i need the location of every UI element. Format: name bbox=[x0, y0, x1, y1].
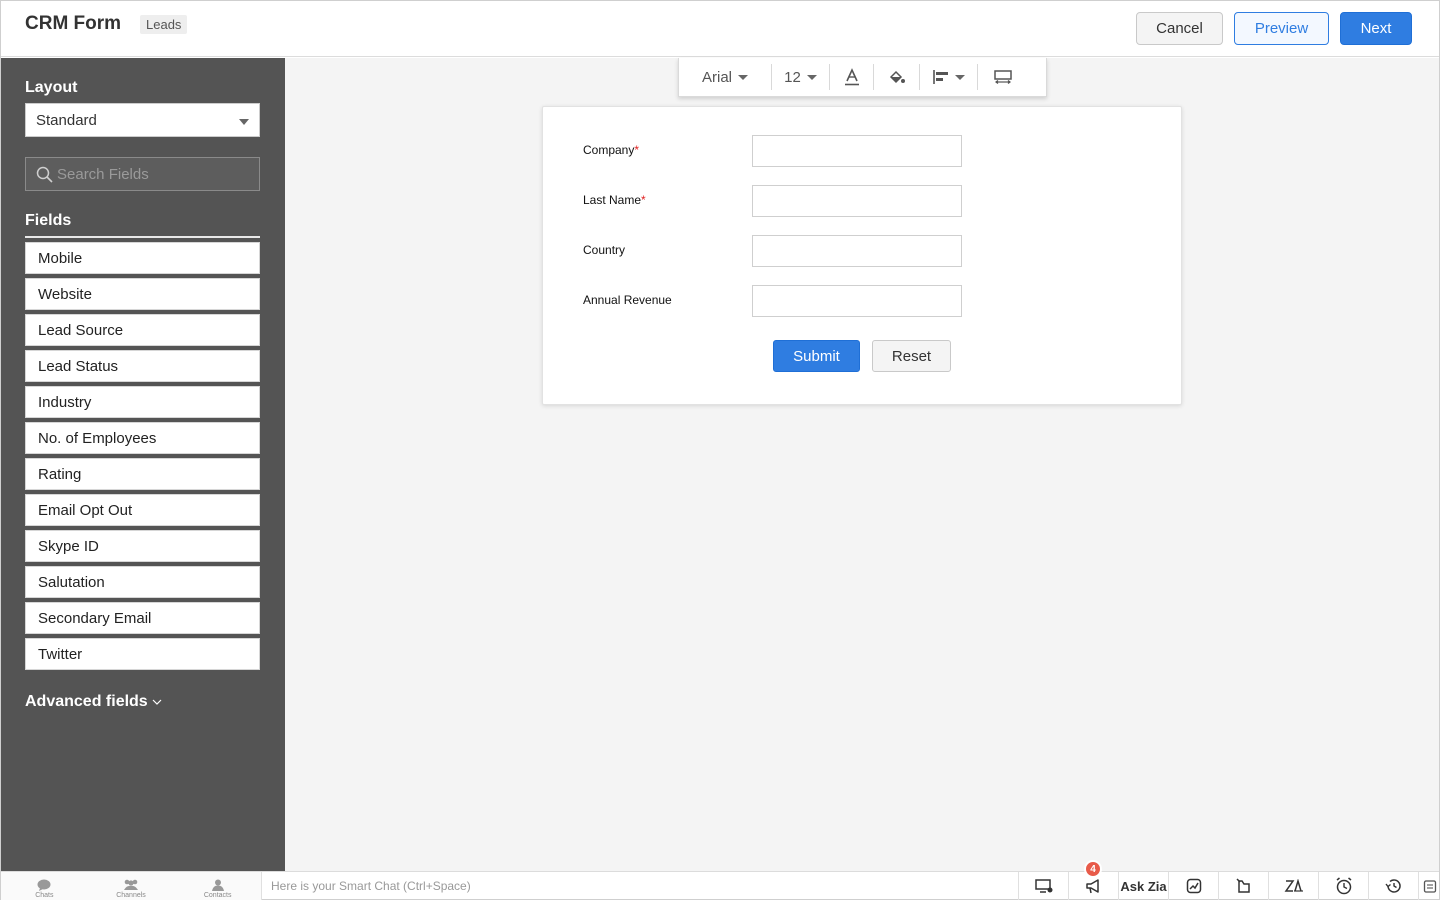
zia-button[interactable] bbox=[1268, 872, 1318, 900]
bottom-toolbar: 4 Ask Zia bbox=[1018, 860, 1440, 900]
field-item-twitter[interactable]: Twitter bbox=[25, 638, 260, 670]
last-name-field[interactable] bbox=[752, 185, 962, 217]
fill-color-button[interactable] bbox=[874, 64, 920, 90]
smart-chat-input[interactable]: Here is your Smart Chat (Ctrl+Space) bbox=[271, 879, 471, 893]
contact-icon bbox=[211, 879, 224, 891]
required-marker: * bbox=[634, 143, 640, 157]
field-item-no-of-employees[interactable]: No. of Employees bbox=[25, 422, 260, 454]
module-tag: Leads bbox=[140, 15, 188, 34]
field-item-secondary-email[interactable]: Secondary Email bbox=[25, 602, 260, 634]
annual-revenue-field[interactable] bbox=[752, 285, 962, 317]
form-canvas: Arial 12 Company* Last Name* Country Ann… bbox=[285, 58, 1439, 871]
search-fields-input[interactable]: Search Fields bbox=[25, 157, 260, 191]
announcement-badge: 4 bbox=[1084, 860, 1102, 878]
sidebar: Layout Standard Search Fields Fields Mob… bbox=[1, 58, 285, 871]
field-item-industry[interactable]: Industry bbox=[25, 386, 260, 418]
fill-color-icon bbox=[889, 70, 905, 84]
form-label-company: Company* bbox=[583, 143, 640, 157]
company-field[interactable] bbox=[752, 135, 962, 167]
tab-channels[interactable]: Channels bbox=[88, 872, 175, 900]
chevron-down-icon bbox=[954, 74, 965, 80]
remote-support-button[interactable] bbox=[1018, 872, 1068, 900]
advanced-fields-toggle[interactable]: Advanced fields bbox=[25, 693, 162, 711]
alarm-clock-icon bbox=[1336, 877, 1351, 895]
field-item-mobile[interactable]: Mobile bbox=[25, 242, 260, 274]
tab-contacts-label: Contacts bbox=[203, 892, 232, 899]
fields-divider bbox=[25, 236, 260, 238]
field-item-website[interactable]: Website bbox=[25, 278, 260, 310]
chat-tabs: Chats Channels Contacts bbox=[1, 872, 262, 900]
signals-button[interactable] bbox=[1218, 872, 1268, 900]
search-placeholder: Search Fields bbox=[57, 166, 149, 183]
submit-button[interactable]: Submit bbox=[773, 340, 860, 372]
cancel-button[interactable]: Cancel bbox=[1136, 12, 1223, 45]
fields-label: Fields bbox=[25, 212, 72, 229]
advanced-fields-label: Advanced fields bbox=[25, 693, 148, 710]
header: CRM Form Leads Cancel Preview Next bbox=[1, 1, 1439, 57]
country-field[interactable] bbox=[752, 235, 962, 267]
chevron-down-icon bbox=[738, 74, 748, 80]
field-item-salutation[interactable]: Salutation bbox=[25, 566, 260, 598]
field-item-email-opt-out[interactable]: Email Opt Out bbox=[25, 494, 260, 526]
font-family-dropdown[interactable]: Arial bbox=[679, 64, 772, 90]
history-icon bbox=[1384, 879, 1401, 893]
layout-width-icon bbox=[994, 70, 1012, 84]
form-label-country: Country bbox=[583, 243, 626, 257]
next-button[interactable]: Next bbox=[1340, 12, 1412, 45]
recent-history-button[interactable] bbox=[1368, 872, 1418, 900]
field-item-skype-id[interactable]: Skype ID bbox=[25, 530, 260, 562]
required-marker: * bbox=[641, 193, 646, 207]
tab-contacts[interactable]: Contacts bbox=[174, 872, 261, 900]
field-item-lead-source[interactable]: Lead Source bbox=[25, 314, 260, 346]
tab-chats-label: Chats bbox=[35, 892, 54, 899]
font-size-value: 12 bbox=[784, 68, 801, 86]
layout-width-button[interactable] bbox=[978, 64, 1028, 90]
search-icon bbox=[36, 166, 53, 183]
more-button[interactable] bbox=[1418, 872, 1440, 900]
reset-button[interactable]: Reset bbox=[872, 340, 951, 372]
tab-channels-label: Channels bbox=[116, 892, 146, 899]
layout-select-value: Standard bbox=[36, 112, 97, 129]
font-size-dropdown[interactable]: 12 bbox=[772, 64, 830, 90]
channels-icon bbox=[124, 879, 138, 890]
page-title: CRM Form bbox=[25, 13, 122, 34]
layout-select[interactable]: Standard bbox=[25, 103, 260, 137]
megaphone-icon bbox=[1085, 879, 1099, 894]
tab-chats[interactable]: Chats bbox=[1, 872, 88, 900]
notepad-icon bbox=[1423, 880, 1436, 893]
analytics-button[interactable] bbox=[1168, 872, 1218, 900]
align-icon bbox=[932, 70, 948, 84]
format-toolbar: Arial 12 bbox=[678, 58, 1047, 97]
chevron-down-icon bbox=[152, 699, 162, 705]
field-list: Mobile Website Lead Source Lead Status I… bbox=[25, 242, 260, 674]
align-dropdown[interactable] bbox=[920, 64, 978, 90]
web-form-card: Company* Last Name* Country Annual Reven… bbox=[542, 106, 1182, 405]
bottom-bar: Chats Channels Contacts Here is your Sma… bbox=[1, 860, 1440, 900]
reminders-button[interactable] bbox=[1318, 872, 1368, 900]
field-item-lead-status[interactable]: Lead Status bbox=[25, 350, 260, 382]
text-color-button[interactable] bbox=[830, 64, 874, 90]
chevron-down-icon bbox=[239, 119, 249, 125]
announcements-button[interactable]: 4 bbox=[1068, 860, 1118, 900]
font-family-value: Arial bbox=[701, 68, 732, 86]
monitor-icon bbox=[1034, 879, 1052, 893]
text-color-icon bbox=[844, 68, 859, 86]
signals-icon bbox=[1235, 878, 1250, 893]
chat-bubble-icon bbox=[37, 879, 51, 891]
field-item-rating[interactable]: Rating bbox=[25, 458, 260, 490]
ask-zia-button[interactable]: Ask Zia bbox=[1118, 872, 1168, 900]
layout-label: Layout bbox=[25, 79, 78, 96]
preview-button[interactable]: Preview bbox=[1234, 12, 1329, 45]
zia-icon bbox=[1284, 879, 1303, 892]
form-label-annual-revenue: Annual Revenue bbox=[583, 293, 672, 307]
form-label-last-name: Last Name* bbox=[583, 193, 646, 207]
chevron-down-icon bbox=[806, 74, 817, 80]
analytics-icon bbox=[1186, 878, 1201, 894]
